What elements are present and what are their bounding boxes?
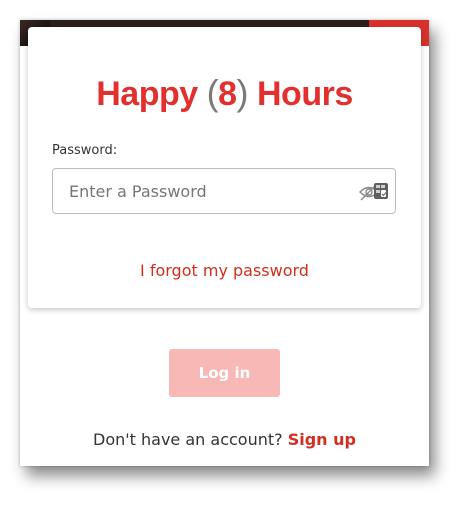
- logo-close-paren: ): [236, 72, 249, 113]
- login-card: Happy (8) Hours Password: I forgot my pa…: [28, 27, 421, 308]
- logo-open-paren: (: [206, 72, 219, 113]
- logo-word-hours: Hours: [257, 75, 353, 113]
- signup-link[interactable]: Sign up: [288, 430, 356, 449]
- logo-word-happy: Happy: [96, 75, 198, 113]
- password-input[interactable]: [52, 168, 396, 214]
- forgot-password-link[interactable]: I forgot my password: [28, 261, 421, 280]
- app-window: Happy (8) Hours Password: I forgot my pa…: [20, 20, 429, 466]
- password-label: Password:: [52, 143, 118, 158]
- login-button[interactable]: Log in: [169, 349, 280, 397]
- signup-row: Don't have an account? Sign up: [20, 430, 429, 449]
- signup-prompt: Don't have an account?: [93, 430, 283, 449]
- logo-number: 8: [218, 75, 237, 113]
- eye-slash-icon[interactable]: [358, 179, 390, 203]
- brand-logo: Happy (8) Hours: [28, 73, 421, 114]
